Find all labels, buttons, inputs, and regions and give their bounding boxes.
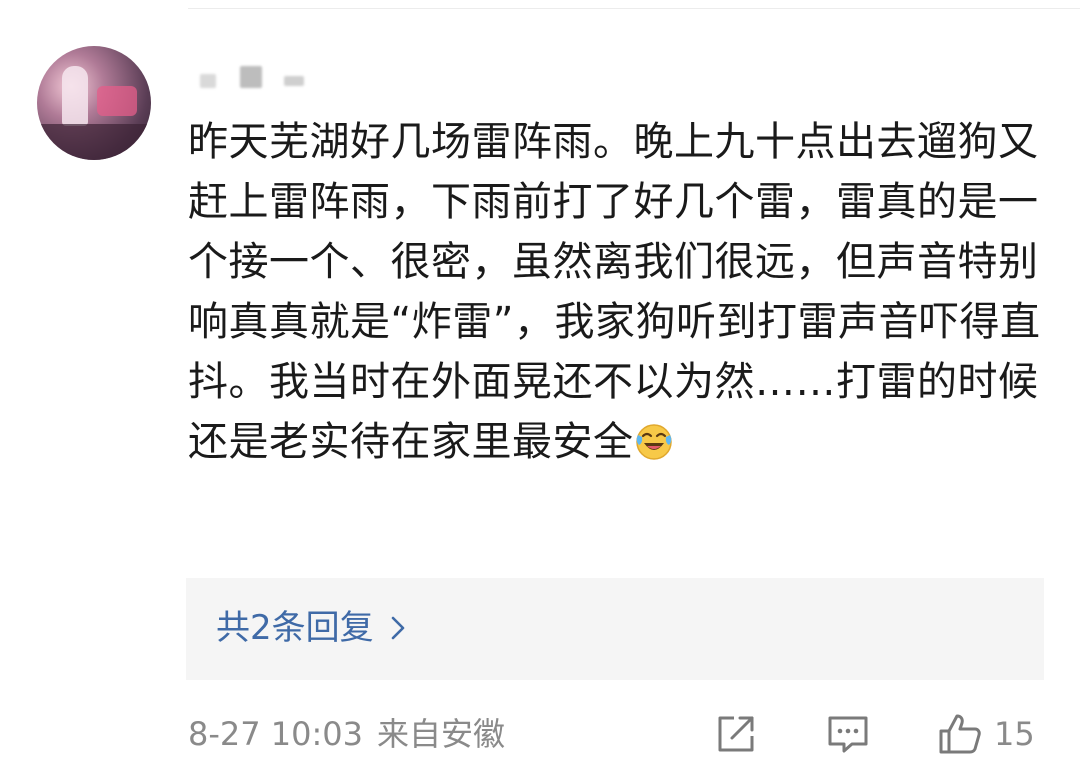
top-divider xyxy=(188,8,1080,9)
avatar-decoration xyxy=(97,86,137,116)
share-button[interactable] xyxy=(712,710,760,758)
comment-button[interactable] xyxy=(824,710,872,758)
like-button[interactable] xyxy=(936,710,984,758)
username-blurred[interactable] xyxy=(200,66,310,90)
laugh-cry-emoji-icon xyxy=(635,424,672,460)
comment-source: 来自安徽 xyxy=(377,715,506,753)
avatar-floor xyxy=(37,124,151,160)
comment-footer: 8-27 10:03 来自安徽 15 xyxy=(188,710,1058,758)
view-replies-button[interactable]: 共2条回复 xyxy=(186,578,1044,680)
avatar[interactable] xyxy=(37,46,151,160)
avatar-figure xyxy=(62,66,88,126)
comment-time: 8-27 10:03 xyxy=(188,715,364,753)
thumbs-up-icon xyxy=(939,714,981,754)
view-replies-label-row: 共2条回复 xyxy=(216,608,406,648)
share-icon xyxy=(718,716,754,752)
comment-body: 昨天芜湖好几场雷阵雨。晚上九十点出去遛狗又赶上雷阵雨，下雨前打了好几个雷，雷真的… xyxy=(188,119,1041,465)
comment-text: 昨天芜湖好几场雷阵雨。晚上九十点出去遛狗又赶上雷阵雨，下雨前打了好几个雷，雷真的… xyxy=(188,112,1058,472)
comment-icon xyxy=(828,716,868,753)
view-replies-label: 共2条回复 xyxy=(216,608,374,648)
comment-meta: 8-27 10:03 来自安徽 xyxy=(188,714,505,754)
like-count: 15 xyxy=(994,715,1035,753)
chevron-right-icon xyxy=(391,616,404,640)
